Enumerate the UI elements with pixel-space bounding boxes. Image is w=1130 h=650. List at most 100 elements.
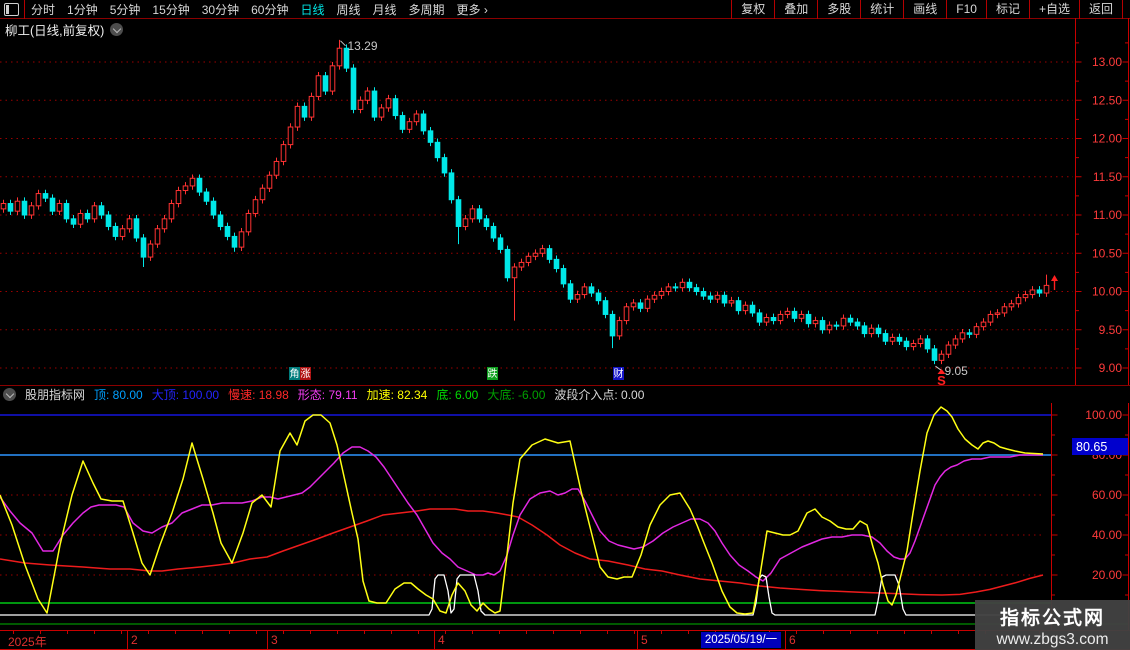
candle: [526, 252, 531, 266]
menu-item-period[interactable]: 分时: [25, 1, 61, 18]
signal-marker-s: S: [937, 373, 946, 386]
price-axis-label: 10.50: [1092, 246, 1122, 260]
candle: [540, 245, 545, 257]
timeline-tick: [526, 631, 527, 634]
candle: [610, 311, 615, 348]
indicator-axis-label: 60.00: [1092, 488, 1122, 502]
chevron-down-icon[interactable]: [3, 388, 16, 401]
candle: [820, 317, 825, 334]
selected-date-badge: 2025/05/19/一: [701, 632, 781, 648]
candles-layer: [1, 40, 1049, 364]
candle: [911, 340, 916, 351]
menu-item-tool[interactable]: 叠加: [774, 0, 817, 19]
current-value-text: 80.65: [1076, 440, 1107, 454]
timeline-tick: [364, 631, 365, 634]
window-panel-icon[interactable]: [4, 3, 19, 16]
timeline-label: 2: [131, 633, 138, 647]
candle: [1016, 294, 1021, 308]
high-price-label: 13.29: [348, 39, 378, 53]
timeline-tick: [337, 631, 338, 634]
menu-item-tool[interactable]: +自选: [1029, 0, 1079, 19]
menu-item-tool[interactable]: 多股: [817, 0, 860, 19]
candle: [204, 188, 209, 205]
event-marker[interactable]: 涨: [300, 367, 311, 380]
period-menu: 分时1分钟5分钟15分钟30分钟60分钟日线周线月线多周期更多 ›: [25, 1, 494, 18]
candle: [778, 311, 783, 325]
price-axis-label: 12.50: [1092, 93, 1122, 107]
candle: [841, 314, 846, 329]
timeline-tick: [904, 631, 905, 634]
menu-item-period[interactable]: 30分钟: [196, 1, 245, 18]
candle: [8, 200, 13, 215]
candle: [169, 200, 174, 223]
candle: [547, 245, 552, 263]
candle: [183, 182, 188, 194]
candle: [603, 297, 608, 318]
timeline-tick: [148, 631, 149, 634]
candle: [113, 223, 118, 241]
candle: [792, 308, 797, 323]
candle: [120, 225, 125, 240]
candle: [491, 223, 496, 242]
candle: [813, 317, 818, 328]
candle: [932, 345, 937, 364]
timeline-label: 3: [271, 633, 278, 647]
indicator-field: 底: 6.00: [436, 386, 478, 403]
timeline-axis[interactable]: 2025年234562025/05/19/一: [0, 630, 1130, 650]
candle: [239, 228, 244, 251]
candle: [673, 283, 678, 291]
menu-item-tool[interactable]: 画线: [903, 0, 946, 19]
candle: [78, 210, 83, 228]
series-shape-magenta: [0, 447, 1043, 581]
event-marker[interactable]: 角: [289, 367, 300, 380]
timeline-tick: [94, 631, 95, 634]
indicator-axis-label: 40.00: [1092, 528, 1122, 542]
svg-text:涨: 涨: [301, 368, 311, 380]
menu-item-period[interactable]: 日线: [294, 1, 330, 18]
candle: [498, 234, 503, 253]
candle: [967, 329, 972, 338]
candle: [1023, 291, 1028, 302]
menu-item-tool[interactable]: 复权: [731, 0, 774, 19]
menu-item-period[interactable]: 5分钟: [104, 1, 147, 18]
menu-item-tool[interactable]: 返回: [1079, 0, 1123, 19]
timeline-tick: [229, 631, 230, 634]
event-marker[interactable]: 财: [613, 367, 624, 380]
candle: [694, 284, 699, 295]
series-accel-yellow: [0, 407, 1043, 614]
timeline-tick: [256, 631, 257, 634]
event-marker[interactable]: 跌: [487, 367, 498, 380]
candle: [743, 301, 748, 314]
menu-item-period[interactable]: 更多 ›: [451, 1, 494, 18]
menu-item-period[interactable]: 月线: [367, 1, 403, 18]
candle: [764, 314, 769, 326]
timeline-tick: [634, 631, 635, 634]
menu-item-period[interactable]: 60分钟: [245, 1, 294, 18]
candle: [197, 174, 202, 195]
candle: [463, 215, 468, 230]
candle: [449, 169, 454, 203]
price-axis-label: 9.50: [1099, 323, 1123, 337]
candle: [162, 215, 167, 233]
candle: [190, 174, 195, 189]
menu-item-period[interactable]: 15分钟: [146, 1, 195, 18]
candle: [232, 233, 237, 252]
timeline-label: 2025年: [8, 633, 47, 650]
indicator-field: 大顶: 100.00: [152, 386, 219, 403]
menu-item-tool[interactable]: 标记: [986, 0, 1029, 19]
menu-item-period[interactable]: 1分钟: [61, 1, 104, 18]
candle: [316, 72, 321, 100]
candle: [274, 158, 279, 179]
indicator-title[interactable]: 股朋指标网: [25, 386, 85, 403]
timeline-tick: [661, 631, 662, 634]
menu-item-period[interactable]: 周线: [330, 1, 366, 18]
candle: [393, 95, 398, 119]
candle: [890, 334, 895, 345]
menu-item-tool[interactable]: F10: [946, 0, 986, 19]
menu-item-tool[interactable]: 统计: [860, 0, 903, 19]
svg-text:跌: 跌: [488, 367, 498, 380]
candle: [876, 324, 881, 337]
candle: [918, 335, 923, 347]
menu-item-period[interactable]: 多周期: [403, 1, 451, 18]
candle: [337, 40, 342, 70]
